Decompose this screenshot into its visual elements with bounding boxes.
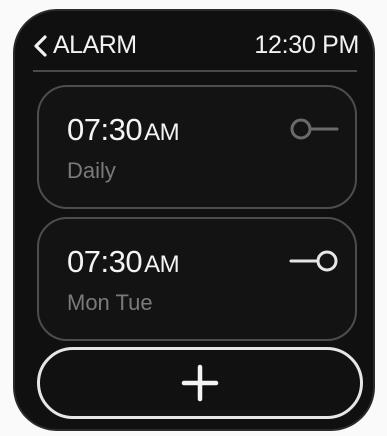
alarm-time: 07:30AM — [67, 244, 180, 280]
clock-time: 12:30 PM — [254, 31, 359, 59]
alarm-days: Daily — [67, 158, 116, 183]
header-divider — [33, 70, 357, 72]
alarm-card[interactable]: 07:30AM Daily — [37, 85, 357, 209]
toggle-off-icon[interactable] — [287, 115, 343, 143]
plus-icon — [181, 364, 219, 402]
alarm-time-value: 07:30 — [67, 244, 143, 279]
chevron-left-icon — [34, 34, 47, 57]
alarm-time-value: 07:30 — [67, 112, 143, 147]
watch-screen: ALARM 12:30 PM 07:30AM Daily 07:30AM Mon… — [13, 9, 375, 431]
header: ALARM 12:30 PM — [15, 11, 373, 72]
alarm-days: Mon Tue — [67, 290, 153, 315]
alarm-time: 07:30AM — [67, 112, 180, 148]
add-alarm-button[interactable] — [37, 347, 363, 419]
page-title: ALARM — [53, 31, 137, 59]
back-button[interactable]: ALARM — [31, 31, 137, 60]
alarm-ampm: AM — [144, 119, 180, 146]
watch-bezel: ALARM 12:30 PM 07:30AM Daily 07:30AM Mon… — [0, 0, 387, 436]
alarm-card[interactable]: 07:30AM Mon Tue — [37, 217, 357, 341]
toggle-on-icon[interactable] — [287, 247, 343, 275]
alarm-ampm: AM — [144, 251, 180, 278]
